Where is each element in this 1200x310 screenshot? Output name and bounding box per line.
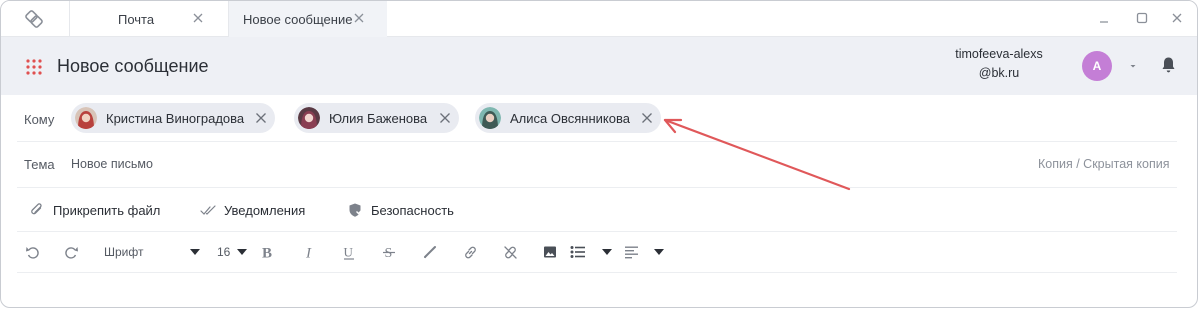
strikethrough-icon: S bbox=[383, 246, 395, 259]
recipient-avatar bbox=[298, 107, 320, 129]
compose-window: Почта Новое сообщение Новое сообщение ti… bbox=[0, 0, 1198, 308]
recipient-name: Алиса Овсянникова bbox=[510, 110, 630, 126]
divider bbox=[17, 141, 1177, 142]
svg-text:B: B bbox=[262, 246, 272, 260]
minimize-icon[interactable] bbox=[1097, 11, 1111, 25]
close-tab-icon[interactable] bbox=[192, 12, 204, 24]
underline-button[interactable]: U bbox=[341, 242, 357, 262]
tab-new-message[interactable]: Новое сообщение bbox=[229, 1, 387, 37]
paperclip-icon bbox=[31, 203, 42, 215]
divider bbox=[17, 272, 1177, 273]
align-icon bbox=[625, 246, 638, 259]
subject-input[interactable] bbox=[71, 154, 591, 174]
close-tab-icon[interactable] bbox=[353, 12, 365, 24]
subject-label: Тема bbox=[24, 157, 55, 172]
attach-file-button[interactable]: Прикрепить файл bbox=[29, 200, 160, 220]
list-icon bbox=[570, 246, 585, 258]
apps-grid-icon[interactable] bbox=[26, 59, 42, 75]
tab-new-message-label: Новое сообщение bbox=[243, 11, 353, 27]
shield-icon bbox=[349, 203, 362, 217]
to-label: Кому bbox=[24, 112, 55, 127]
caret-down-icon bbox=[654, 249, 664, 255]
font-family-value: Шрифт bbox=[104, 245, 144, 259]
redo-button[interactable] bbox=[62, 242, 80, 262]
font-size-select[interactable]: 16 bbox=[217, 242, 247, 262]
link-button[interactable] bbox=[462, 242, 478, 262]
bell-icon[interactable] bbox=[1160, 56, 1177, 74]
remove-recipient-icon[interactable] bbox=[439, 112, 451, 124]
cc-bcc-link[interactable]: Копия / Скрытая копия bbox=[1038, 157, 1169, 171]
align-select[interactable] bbox=[624, 242, 664, 262]
bold-button[interactable]: B bbox=[260, 242, 276, 262]
notifications-label: Уведомления bbox=[224, 202, 306, 218]
text-color-icon bbox=[424, 246, 436, 259]
insert-image-button[interactable] bbox=[542, 242, 558, 262]
recipient-name: Кристина Виноградова bbox=[106, 110, 245, 126]
tab-mail-label: Почта bbox=[118, 11, 155, 27]
chevron-down-icon[interactable] bbox=[1128, 61, 1138, 71]
page-title: Новое сообщение bbox=[57, 56, 209, 76]
strikethrough-button[interactable]: S bbox=[381, 242, 397, 262]
caret-down-icon bbox=[237, 249, 247, 255]
maximize-icon[interactable] bbox=[1135, 11, 1149, 25]
divider bbox=[17, 231, 1177, 232]
recipient-chip[interactable]: Юлия Баженова bbox=[294, 103, 459, 133]
notifications-button[interactable]: Уведомления bbox=[200, 200, 305, 220]
security-button[interactable]: Безопасность bbox=[347, 200, 454, 220]
security-label: Безопасность bbox=[371, 202, 454, 218]
undo-button[interactable] bbox=[23, 242, 41, 262]
font-size-value: 16 bbox=[217, 245, 231, 259]
caret-down-icon bbox=[602, 249, 612, 255]
recipient-chip[interactable]: Кристина Виноградова bbox=[71, 103, 275, 133]
bold-icon: B bbox=[262, 246, 272, 260]
redo-icon bbox=[64, 246, 78, 259]
list-select[interactable] bbox=[570, 242, 612, 262]
underline-icon: U bbox=[344, 245, 354, 260]
caret-down-icon bbox=[190, 249, 200, 255]
avatar-letter: A bbox=[1092, 59, 1102, 73]
italic-icon: I bbox=[305, 246, 312, 260]
page-header: Новое сообщение timofeeva-alexs@bk.ru A bbox=[1, 37, 1197, 95]
unlink-button[interactable] bbox=[502, 242, 518, 262]
avatar[interactable]: A bbox=[1082, 51, 1112, 81]
italic-button[interactable]: I bbox=[302, 242, 318, 262]
tab-mail[interactable]: Почта bbox=[69, 1, 229, 37]
link-icon bbox=[464, 246, 476, 258]
account-email[interactable]: timofeeva-alexs@bk.ru bbox=[953, 45, 1045, 83]
attach-file-label: Прикрепить файл bbox=[53, 202, 161, 218]
svg-text:I: I bbox=[305, 246, 312, 260]
remove-recipient-icon[interactable] bbox=[255, 112, 267, 124]
app-logo-icon[interactable] bbox=[23, 8, 45, 30]
tab-bar: Почта Новое сообщение bbox=[1, 1, 1197, 37]
recipient-avatar bbox=[479, 107, 501, 129]
text-color-button[interactable] bbox=[422, 242, 438, 262]
font-family-select[interactable]: Шрифт bbox=[104, 242, 200, 262]
recipient-name: Юлия Баженова bbox=[329, 110, 428, 126]
undo-icon bbox=[25, 246, 39, 259]
svg-text:U: U bbox=[344, 245, 354, 260]
divider bbox=[17, 187, 1177, 188]
double-check-icon bbox=[200, 205, 216, 215]
recipient-avatar bbox=[75, 107, 97, 129]
recipient-chip[interactable]: Алиса Овсянникова bbox=[475, 103, 661, 133]
close-window-icon[interactable] bbox=[1170, 11, 1184, 25]
image-icon bbox=[544, 246, 556, 258]
unlink-icon bbox=[503, 245, 517, 259]
annotation-arrow bbox=[663, 118, 851, 191]
